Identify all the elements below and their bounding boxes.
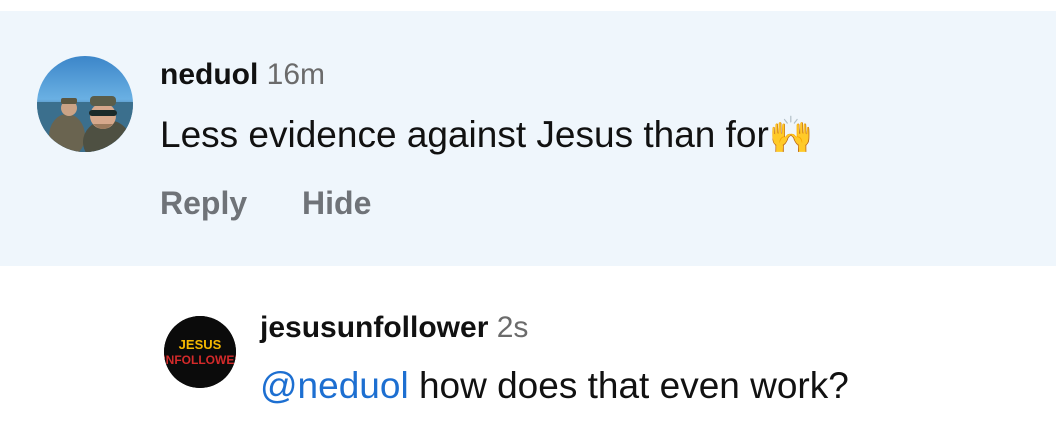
comment-item: neduol 16m Less evidence against Jesus t…: [0, 11, 1056, 266]
reply-username[interactable]: jesusunfollower: [260, 311, 488, 344]
comment-timestamp: 16m: [266, 58, 326, 91]
logo-line-2: UNFOLLOWER: [164, 353, 236, 367]
avatar[interactable]: JESUS UNFOLLOWER: [164, 316, 236, 388]
avatar-photo: [37, 56, 133, 152]
reply-button[interactable]: Reply: [160, 185, 247, 221]
reply-comment-item: JESUS UNFOLLOWER jesusunfollower 2s @ned…: [0, 266, 1056, 421]
raising-hands-emoji-icon: 🙌: [768, 114, 814, 155]
hide-button[interactable]: Hide: [302, 185, 371, 221]
comment-text: Less evidence against Jesus than for: [160, 114, 769, 155]
comment-username[interactable]: neduol: [160, 58, 258, 91]
reply-text: how does that even work?: [408, 365, 849, 406]
avatar[interactable]: [37, 56, 133, 152]
jesus-unfollower-logo-icon: JESUS UNFOLLOWER: [164, 316, 236, 388]
logo-line-1: JESUS: [179, 337, 222, 352]
mention-link[interactable]: @neduol: [260, 365, 409, 406]
reply-timestamp: 2s: [496, 311, 529, 344]
